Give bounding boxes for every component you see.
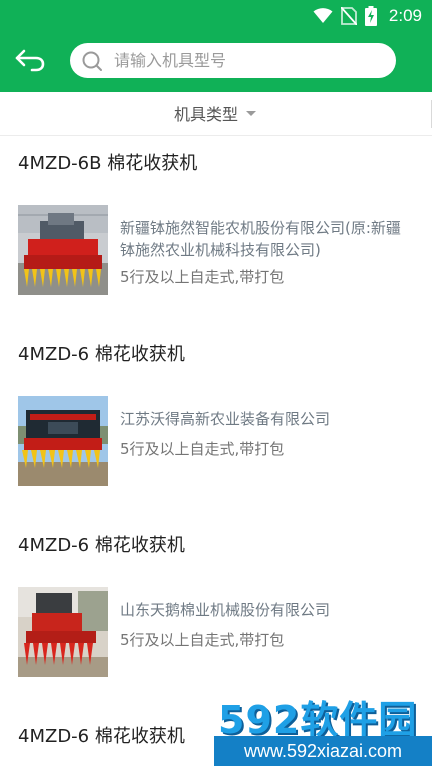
watermark-logo: 592软件园 www.592xiazai.com — [214, 689, 432, 768]
machine-thumbnail — [18, 396, 108, 486]
manufacturer: 江苏沃得高新农业装备有限公司 — [120, 410, 331, 428]
status-bar: 2:09 — [0, 0, 432, 31]
status-time: 2:09 — [388, 6, 422, 25]
cotton-harvester-image — [18, 205, 108, 295]
wifi-icon — [313, 8, 333, 23]
machine-thumbnail — [18, 205, 108, 295]
watermark-url: www.592xiazai.com — [214, 736, 432, 766]
battery-charging-icon — [364, 6, 377, 26]
machine-thumbnail — [18, 587, 108, 677]
dropdown-caret-icon — [246, 110, 257, 116]
machine-spec: 5行及以上自走式,带打包 — [120, 631, 285, 649]
no-sim-icon — [340, 7, 357, 25]
manufacturer: 山东天鹅棉业机械股份有限公司 — [120, 601, 331, 619]
cotton-harvester-image — [18, 396, 108, 486]
back-arrow-icon — [15, 49, 45, 72]
search-input[interactable] — [114, 49, 374, 72]
list-item[interactable]: 4MZD-6 棉花收获机 山东天鹅棉业机械股份有限公司 5行及以上自走式,带打包 — [0, 517, 432, 708]
status-icons: 2:09 — [313, 5, 422, 27]
machine-spec: 5行及以上自走式,带打包 — [120, 268, 285, 286]
item-title: 4MZD-6B 棉花收获机 — [18, 153, 198, 174]
back-button[interactable] — [14, 48, 46, 74]
item-title: 4MZD-6 棉花收获机 — [18, 726, 185, 747]
cotton-harvester-image — [18, 587, 108, 677]
manufacturer: 新疆钵施然智能农机股份有限公司(原:新疆 钵施然农业机械科技有限公司) — [120, 219, 401, 259]
filter-label: 机具类型 — [174, 105, 239, 124]
search-bar[interactable] — [70, 43, 396, 78]
search-icon — [82, 51, 102, 71]
list-item[interactable]: 4MZD-6B 棉花收获机 新疆钵施然智能农机股份有限公司(原:新疆 钵施然农业… — [0, 135, 432, 326]
item-title: 4MZD-6 棉花收获机 — [18, 344, 185, 365]
item-title: 4MZD-6 棉花收获机 — [18, 535, 185, 556]
machine-spec: 5行及以上自走式,带打包 — [120, 440, 285, 458]
filter-bar: 机具类型 — [0, 92, 432, 136]
machine-type-filter[interactable]: 机具类型 — [174, 102, 257, 124]
app-bar — [0, 31, 432, 92]
list-item[interactable]: 4MZD-6 棉花收获机 江苏沃得高新农业装备有限公司 5行及以上自走式,带打包 — [0, 326, 432, 517]
